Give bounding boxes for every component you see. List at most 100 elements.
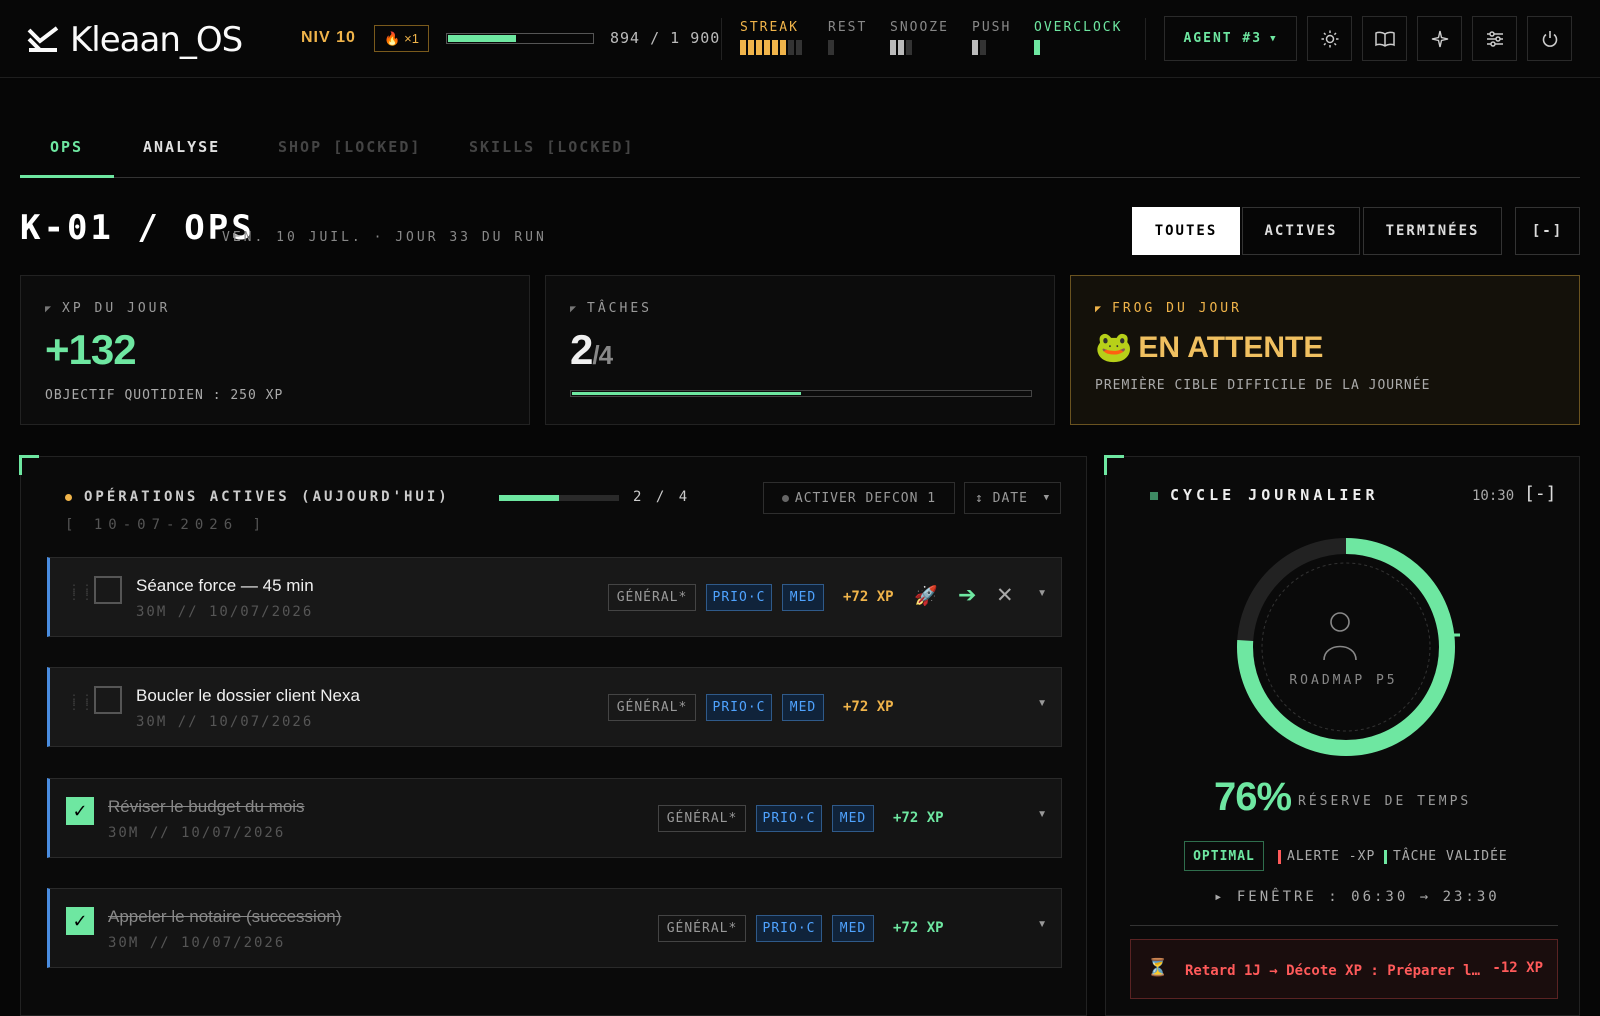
stat-meter [890,40,949,55]
task-category-tag[interactable]: GÉNÉRAL* [658,915,746,942]
stat-snooze: SNOOZE [890,20,949,55]
task-checkbox[interactable] [94,576,122,604]
filter-all-button[interactable]: TOUTES [1132,207,1240,255]
stat-segment [796,40,802,55]
task-difficulty-tag[interactable]: MED [832,915,874,942]
theme-button[interactable] [1307,16,1352,61]
stat-segment [772,40,778,55]
legend-done: TÂCHE VALIDÉE [1384,849,1508,864]
task-category-tag[interactable]: GÉNÉRAL* [608,694,696,721]
task-difficulty-tag[interactable]: MED [832,805,874,832]
tab-ops[interactable]: OPS [50,138,83,156]
stat-segment [890,40,896,55]
task-row[interactable]: ✓ Réviser le budget du mois 30M // 10/07/2… [47,778,1062,858]
task-priority-tag[interactable]: PRIO·C [706,694,772,721]
tasks-card-label: ◤ TÂCHES [570,301,652,316]
xp-card-label: ◤ XP DU JOUR [45,301,171,316]
tab-shop[interactable]: SHOP [LOCKED] [278,138,421,156]
start-arrow-icon[interactable]: ➔ [958,582,976,608]
flame-icon: 🔥 [383,30,401,46]
close-icon[interactable]: ✕ [996,583,1014,608]
chevron-down-icon: ▼ [1270,33,1278,44]
task-category-tag[interactable]: GÉNÉRAL* [608,584,696,611]
stat-segment [980,40,986,55]
chevron-down-icon[interactable]: ▼ [1037,588,1047,599]
journal-button[interactable] [1362,16,1407,61]
task-row[interactable]: ✓ Appeler le notaire (succession) 30M // 1… [47,888,1062,968]
stat-segment [898,40,904,55]
agent-label: AGENT #3 [1183,31,1263,46]
xp-card-sub: OBJECTIF QUOTIDIEN : 250 XP [45,388,284,403]
penalty-alert[interactable]: ⏳ Retard 1J → Décote XP : Préparer l… -1… [1130,939,1558,999]
chevron-down-icon[interactable]: ▼ [1037,698,1047,709]
stat-meter [972,40,1011,55]
stat-segment [756,40,762,55]
task-checkbox[interactable]: ✓ [66,797,94,825]
stat-label: SNOOZE [890,20,949,35]
frog-card-value: 🐸 EN ATTENTE [1095,330,1324,365]
task-meta: 30M // 10/07/2026 [136,604,314,620]
ops-date: [ 10-07-2026 ] [65,517,268,533]
chevron-down-icon[interactable]: ▼ [1037,809,1047,820]
task-priority-tag[interactable]: PRIO·C [756,915,822,942]
task-title[interactable]: Boucler le dossier client Nexa [136,686,360,706]
collapse-button[interactable]: [-] [1515,207,1580,255]
logo[interactable]: Kleaan_OS [26,20,243,60]
stat-push: PUSH [972,20,1011,55]
filter-done-button[interactable]: TERMINÉES [1363,207,1502,255]
stat-segment [780,40,786,55]
top-bar: Kleaan_OS NIV 10 🔥 ×1 894 / 1 900 STREAK… [0,0,1600,78]
cycle-collapse-button[interactable]: [-] [1524,483,1557,504]
tasks-card: ◤ TÂCHES 2/4 [545,275,1055,425]
frog-card: ◤ FROG DU JOUR 🐸 EN ATTENTE PREMIÈRE CIBLE… [1070,275,1580,425]
ops-progress-bar [499,495,619,501]
settings-button[interactable] [1472,16,1517,61]
defcon-button[interactable]: ACTIVER DEFCON 1 [763,482,955,514]
cycle-percent-label: RÉSERVE DE TEMPS [1298,794,1472,809]
task-row[interactable]: ⋮⋮ ⋮⋮ Boucler le dossier client Nexa 30M //… [47,667,1062,747]
rocket-icon[interactable]: 🚀 [914,584,938,608]
page-subtitle: VEN. 10 JUIL. · JOUR 33 DU RUN [222,230,547,245]
drag-handle-icon[interactable]: ⋮⋮ ⋮⋮ [68,583,94,601]
status-dot-icon [781,494,789,502]
page-title: K-01 / OPS [20,208,255,248]
power-button[interactable] [1527,16,1572,61]
optimal-badge: OPTIMAL [1184,841,1264,871]
tab-analyse[interactable]: ANALYSE [143,138,220,156]
task-meta: 30M // 10/07/2026 [108,935,286,951]
penalty-alert-xp: -12 XP [1492,960,1543,976]
tab-skills[interactable]: SKILLS [LOCKED] [469,138,634,156]
ops-title: OPÉRATIONS ACTIVES (AUJOURD'HUI) [65,489,450,505]
task-priority-tag[interactable]: PRIO·C [756,805,822,832]
cycle-title: CYCLE JOURNALIER [1150,486,1379,504]
drag-handle-icon[interactable]: ⋮⋮ ⋮⋮ [68,693,94,711]
sort-select[interactable]: ↕ DATE ▼ [964,482,1061,514]
stat-meter [1034,40,1122,55]
task-difficulty-tag[interactable]: MED [782,694,824,721]
filter-active-button[interactable]: ACTIVES [1242,207,1360,255]
ai-button[interactable] [1417,16,1462,61]
task-meta: 30M // 10/07/2026 [108,825,286,841]
agent-selector[interactable]: AGENT #3 ▼ [1164,16,1297,61]
sun-icon [1321,30,1338,47]
task-title[interactable]: Appeler le notaire (succession) [108,907,341,927]
active-tab-indicator [20,175,114,178]
user-icon [1323,612,1357,661]
stat-segment [972,40,978,55]
task-title[interactable]: Réviser le budget du mois [108,797,305,817]
stat-meter [740,40,802,55]
task-checkbox[interactable]: ✓ [66,907,94,935]
stat-label: STREAK [740,20,799,35]
task-priority-tag[interactable]: PRIO·C [706,584,772,611]
chevron-down-icon[interactable]: ▼ [1037,919,1047,930]
task-title[interactable]: Séance force — 45 min [136,576,314,596]
task-row[interactable]: ⋮⋮ ⋮⋮ Séance force — 45 min 30M // 10/07/20… [47,557,1062,637]
task-xp: +72 XP [893,810,944,826]
ops-count: 2 / 4 [633,489,691,505]
task-category-tag[interactable]: GÉNÉRAL* [658,805,746,832]
tasks-progress-bar [570,390,1032,397]
task-difficulty-tag[interactable]: MED [782,584,824,611]
xp-card-value: +132 [45,326,137,373]
task-xp: +72 XP [843,589,894,605]
task-checkbox[interactable] [94,686,122,714]
